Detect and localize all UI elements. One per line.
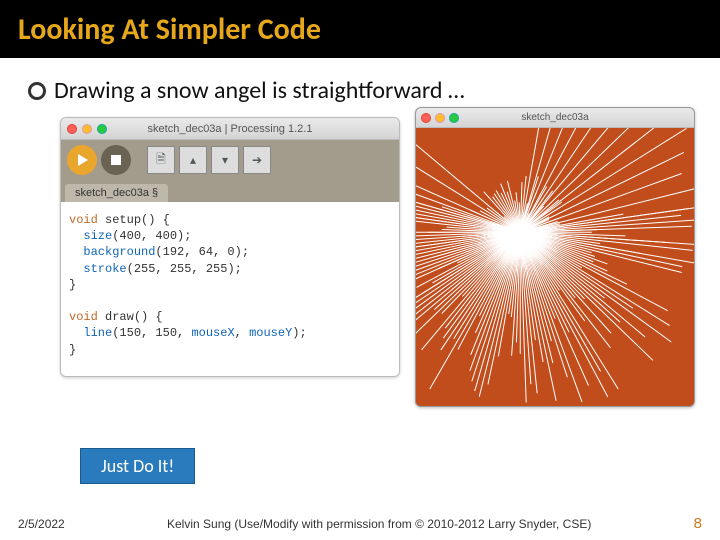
stop-button[interactable]: [101, 145, 131, 175]
bullet-icon: [28, 82, 46, 100]
close-icon[interactable]: [67, 124, 77, 134]
ide-code-editor[interactable]: void setup() { size(400, 400); backgroun…: [61, 202, 399, 376]
sketch-canvas: [416, 128, 694, 406]
content-area: sketch_dec03a | Processing 1.2.1 🗎 ▴ ▾ ➔…: [0, 117, 720, 467]
zoom-icon[interactable]: [97, 124, 107, 134]
close-icon[interactable]: [421, 113, 431, 123]
ide-toolbar: 🗎 ▴ ▾ ➔: [61, 140, 399, 180]
footer-credit: Kelvin Sung (Use/Modify with permission …: [65, 517, 694, 531]
footer: 2/5/2022 Kelvin Sung (Use/Modify with pe…: [0, 515, 720, 532]
processing-ide-window: sketch_dec03a | Processing 1.2.1 🗎 ▴ ▾ ➔…: [60, 117, 400, 377]
bullet-text: Drawing a snow angel is straightforward …: [54, 76, 465, 105]
slide-title: Looking At Simpler Code: [18, 11, 321, 48]
export-button[interactable]: ➔: [243, 146, 271, 174]
sketch-output-window: sketch_dec03a: [415, 107, 695, 407]
minimize-icon[interactable]: [435, 113, 445, 123]
run-button[interactable]: [67, 145, 97, 175]
footer-date: 2/5/2022: [18, 517, 65, 531]
save-sketch-button[interactable]: ▾: [211, 146, 239, 174]
zoom-icon[interactable]: [449, 113, 459, 123]
ide-window-title: sketch_dec03a | Processing 1.2.1: [61, 123, 399, 135]
open-sketch-button[interactable]: ▴: [179, 146, 207, 174]
new-sketch-button[interactable]: 🗎: [147, 146, 175, 174]
sketch-titlebar: sketch_dec03a: [416, 108, 694, 128]
ide-titlebar: sketch_dec03a | Processing 1.2.1: [61, 118, 399, 140]
footer-page-number: 8: [694, 515, 702, 532]
just-do-it-button[interactable]: Just Do It!: [80, 448, 195, 484]
minimize-icon[interactable]: [82, 124, 92, 134]
title-bar: Looking At Simpler Code: [0, 0, 720, 58]
ide-tabbar: sketch_dec03a §: [61, 180, 399, 202]
ide-tab[interactable]: sketch_dec03a §: [65, 184, 168, 202]
action-button-wrap: Just Do It!: [80, 448, 195, 484]
